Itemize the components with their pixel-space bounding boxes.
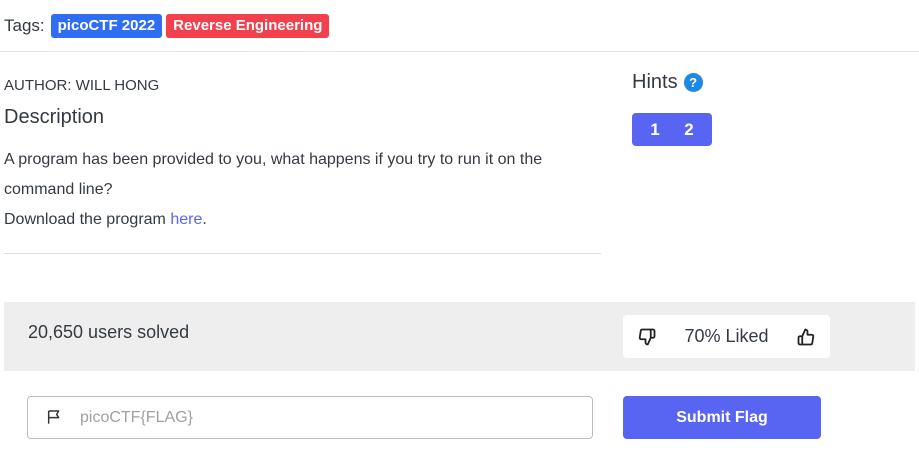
description-body: A program has been provided to you, what…: [4, 145, 594, 235]
download-link[interactable]: here: [170, 211, 202, 228]
submit-flag-button[interactable]: Submit Flag: [623, 396, 821, 439]
author-label: AUTHOR: WILL HONG: [4, 77, 160, 94]
tag-reverse-engineering[interactable]: Reverse Engineering: [166, 14, 330, 38]
liked-percent: 70% Liked: [684, 326, 769, 346]
users-solved: 20,650 users solved: [28, 322, 190, 342]
flag-input-wrapper: [27, 396, 593, 439]
hint-button-group: 1 2: [632, 113, 712, 146]
download-suffix: .: [202, 211, 207, 228]
stats-bar: 20,650 users solved 70% Liked: [4, 302, 915, 371]
tags-row: Tags: picoCTF 2022 Reverse Engineering: [4, 12, 333, 40]
tags-label: Tags:: [4, 16, 45, 35]
like-box: 70% Liked: [623, 315, 830, 358]
description-divider: [4, 253, 601, 254]
top-divider: [0, 51, 919, 52]
description-title: Description: [4, 106, 105, 128]
download-line: Download the program here.: [4, 205, 594, 235]
flag-icon: [46, 409, 64, 427]
thumbs-down-icon[interactable]: [637, 327, 657, 347]
hint-button-2[interactable]: 2: [672, 120, 706, 140]
tag-picoctf-2022[interactable]: picoCTF 2022: [50, 14, 163, 38]
hint-button-1[interactable]: 1: [638, 120, 672, 140]
hints-title: Hints: [632, 71, 678, 93]
description-text: A program has been provided to you, what…: [4, 151, 543, 198]
hints-header: Hints ?: [632, 71, 703, 94]
thumbs-up-icon[interactable]: [796, 327, 816, 347]
flag-input[interactable]: [78, 407, 562, 428]
help-icon[interactable]: ?: [683, 73, 703, 92]
download-prefix: Download the program: [4, 211, 171, 228]
